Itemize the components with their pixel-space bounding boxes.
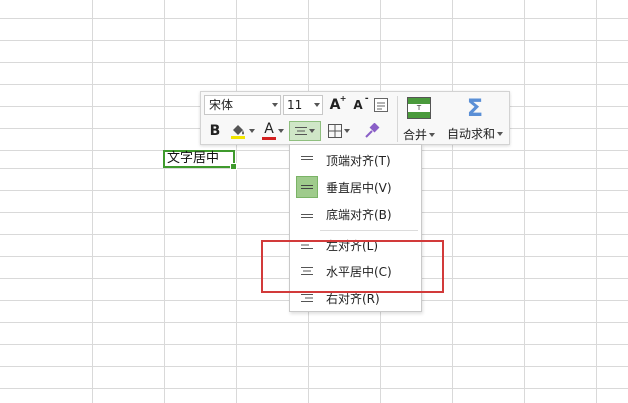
font-color-button[interactable]: A [259, 121, 287, 141]
fill-handle[interactable] [230, 163, 237, 170]
menu-item-align-right[interactable]: 右对齐(R) [294, 286, 418, 310]
borders-button[interactable] [323, 121, 355, 141]
menu-item-label: 左对齐(L) [326, 238, 379, 253]
font-name-select[interactable]: 宋体 [204, 95, 281, 115]
alignment-button[interactable] [289, 121, 321, 141]
cell-text: 文字居中 [167, 151, 220, 166]
autosum-label: 自动求和 [446, 127, 495, 141]
autosum-button[interactable]: Σ 自动求和 [443, 95, 507, 143]
menu-item-label: 底端对齐(B) [326, 207, 392, 222]
menu-item-align-left[interactable]: 左对齐(L) [294, 233, 418, 257]
bold-button[interactable]: B [205, 121, 225, 141]
font-color-caret-icon [278, 129, 284, 133]
align-middle-icon [296, 176, 318, 198]
alignment-menu: 顶端对齐(T) 垂直居中(V) 底端对齐(B) 左对齐(L) 水平居中(C) 右… [289, 144, 422, 312]
font-size-value: 11 [287, 98, 303, 112]
fill-color-caret-icon [249, 129, 255, 133]
font-size-select[interactable]: 11 [283, 95, 323, 115]
bold-icon: B [209, 123, 221, 139]
selected-cell[interactable]: 文字居中 [163, 150, 237, 170]
align-bottom-icon [296, 203, 318, 225]
menu-divider [320, 230, 418, 231]
merge-caret-icon [429, 132, 435, 137]
font-name-caret-icon [272, 103, 278, 107]
menu-item-align-top[interactable]: 顶端对齐(T) [294, 148, 418, 172]
decrease-font-icon: A- [353, 94, 369, 112]
sigma-icon: Σ [466, 94, 484, 122]
borders-caret-icon [344, 129, 350, 133]
menu-item-label: 垂直居中(V) [326, 180, 392, 195]
align-top-icon [296, 149, 318, 171]
menu-item-label: 水平居中(C) [326, 264, 392, 279]
align-center-icon [296, 260, 318, 282]
decrease-font-button[interactable]: A- [348, 94, 369, 115]
align-center-icon [295, 127, 307, 135]
align-right-icon [296, 287, 318, 309]
svg-text:T: T [416, 104, 422, 112]
paint-bucket-icon [231, 125, 245, 139]
format-cells-icon [374, 98, 388, 112]
font-size-caret-icon [314, 103, 320, 107]
merge-button[interactable]: T 合并 [401, 95, 437, 143]
font-color-icon: A [262, 122, 276, 140]
align-left-icon [296, 234, 318, 256]
autosum-caret-icon [497, 131, 503, 136]
decrease-font-glyph: A [353, 98, 363, 112]
menu-item-label: 顶端对齐(T) [326, 153, 391, 168]
alignment-caret-icon [309, 129, 315, 133]
format-cells-button[interactable] [371, 95, 391, 115]
merge-label: 合并 [402, 128, 427, 142]
fill-color-button[interactable] [227, 121, 257, 141]
format-painter-icon [365, 123, 380, 138]
increase-font-icon: A + [329, 94, 347, 113]
merge-cells-icon: T [407, 97, 431, 119]
menu-item-label: 右对齐(R) [326, 291, 380, 306]
font-color-glyph: A [264, 121, 274, 137]
menu-item-align-center[interactable]: 水平居中(C) [294, 259, 418, 283]
menu-item-align-bottom[interactable]: 底端对齐(B) [294, 202, 418, 226]
mini-toolbar: 宋体 11 A + A- B A T 合并 Σ 自动求和 [200, 91, 510, 145]
borders-icon [328, 124, 342, 138]
format-painter-button[interactable] [361, 121, 383, 141]
font-name-value: 宋体 [209, 98, 234, 112]
toolbar-separator [397, 96, 398, 142]
menu-item-align-middle[interactable]: 垂直居中(V) [294, 175, 418, 199]
increase-font-button[interactable]: A + [325, 94, 347, 115]
